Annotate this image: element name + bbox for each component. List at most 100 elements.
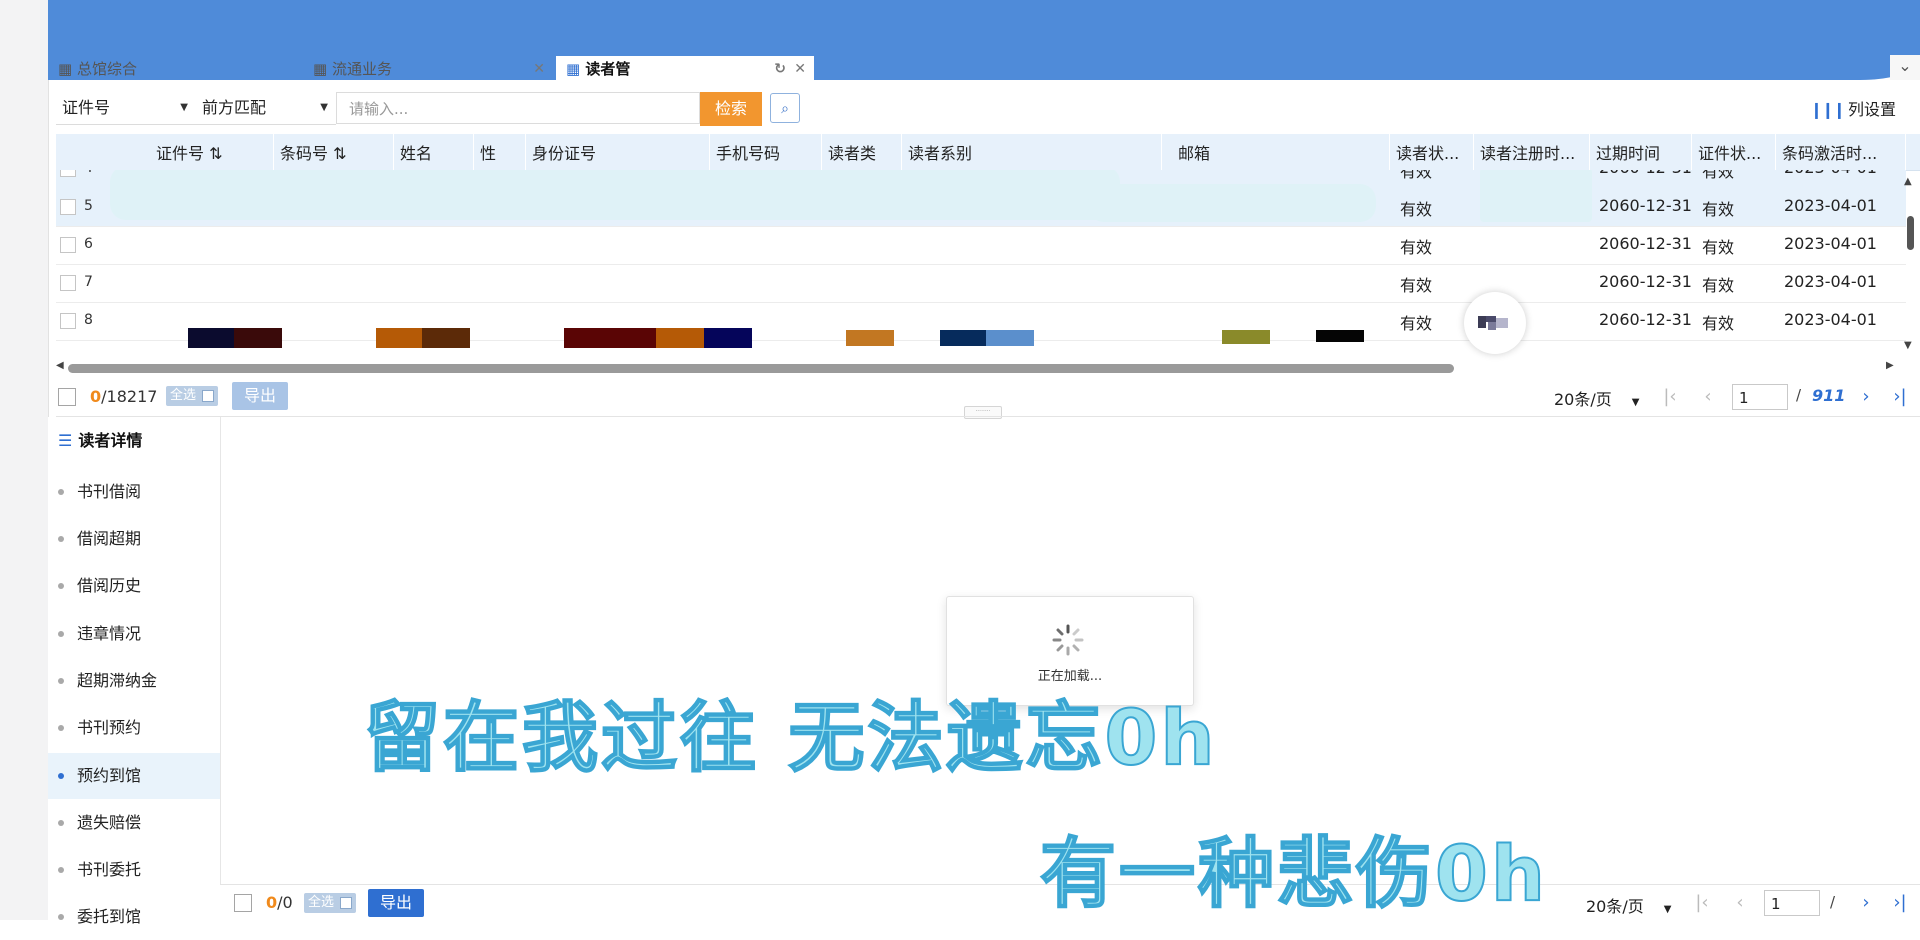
- first-page-icon[interactable]: |‹: [1688, 890, 1716, 916]
- match-select[interactable]: 前方匹配 ▼: [196, 92, 336, 125]
- table-horizontal-scrollbar[interactable]: ◀ ▶: [56, 360, 1902, 376]
- select-page-checkbox[interactable]: [234, 894, 252, 912]
- lyric-line-2: 有一种悲伤0h: [1039, 828, 1548, 919]
- menu-item-violations[interactable]: 违章情况: [48, 611, 220, 657]
- tab-reader[interactable]: ▦ 读者管 ↻ ✕: [556, 56, 814, 82]
- columns-icon: ❙❙❙: [1809, 100, 1846, 119]
- refresh-icon[interactable]: ↻: [774, 56, 786, 82]
- row-number: 6: [84, 236, 93, 252]
- page-size-select[interactable]: 20条/页 ▼: [1586, 893, 1671, 917]
- col-header-reader-type[interactable]: 读者类: [822, 134, 902, 170]
- col-header-activated-time[interactable]: 条码激活时...: [1776, 134, 1906, 170]
- list-icon: ☰: [58, 431, 73, 450]
- column-settings-label: 列设置: [1847, 100, 1896, 119]
- col-header-expire-time[interactable]: 过期时间: [1590, 134, 1692, 170]
- col-header-register-time[interactable]: 读者注册时...: [1474, 134, 1590, 170]
- redaction-band: [1088, 184, 1376, 222]
- scroll-down-icon[interactable]: ▼: [1904, 340, 1912, 351]
- next-page-icon[interactable]: ›: [1852, 384, 1880, 410]
- search-input[interactable]: 请输入...: [336, 92, 700, 124]
- col-header-card-no[interactable]: 证件号 ⇅: [150, 134, 274, 170]
- scroll-thumb[interactable]: [68, 364, 1454, 373]
- reader-status-cell: 有效: [1400, 314, 1433, 333]
- lyric-line-1: 留在我过往 无法遗忘0h: [363, 692, 1218, 783]
- search-button[interactable]: 检索: [700, 92, 762, 126]
- reader-details-menu: ☰ 读者详情 书刊借阅 借阅超期 借阅历史 违章情况 超期滞纳金 书刊预约 预约到…: [48, 417, 221, 926]
- col-header-email[interactable]: 邮箱: [1172, 134, 1390, 170]
- scroll-left-icon[interactable]: ◀: [56, 360, 64, 371]
- menu-item-overdue[interactable]: 借阅超期: [48, 516, 220, 562]
- menu-item-entrust-arrived[interactable]: 委托到馆: [48, 894, 220, 940]
- col-header-gender[interactable]: 性: [474, 134, 526, 170]
- page-number-input[interactable]: 1: [1764, 890, 1820, 916]
- page-separator: /: [1830, 893, 1836, 911]
- row-checkbox[interactable]: [60, 313, 76, 329]
- prev-page-icon[interactable]: ‹: [1694, 384, 1722, 410]
- row-number: 7: [84, 274, 93, 290]
- select-page-checkbox[interactable]: [58, 388, 76, 406]
- scroll-thumb[interactable]: [1907, 216, 1914, 250]
- field-select[interactable]: 证件号 ▼: [56, 92, 196, 125]
- menu-item-lost-compensation[interactable]: 遗失赔偿: [48, 800, 220, 846]
- table-icon: ▦: [58, 60, 73, 78]
- redaction-swatch: [1222, 330, 1270, 344]
- card-status-cell: 有效: [1702, 200, 1735, 219]
- reader-status-cell: 有效: [1400, 238, 1433, 257]
- export-button[interactable]: 导出: [368, 889, 425, 917]
- row-number: 4: [84, 170, 93, 176]
- scroll-up-icon[interactable]: ▲: [1904, 176, 1912, 187]
- col-header-department[interactable]: 读者系别: [902, 134, 1162, 170]
- last-page-icon[interactable]: ›|: [1886, 890, 1914, 916]
- left-strip: [0, 0, 49, 920]
- col-header-barcode[interactable]: 条码号 ⇅: [274, 134, 394, 170]
- table-row[interactable]: 7 有效 2060-12-31 有效 2023-04-01: [56, 264, 1906, 303]
- table-vertical-scrollbar[interactable]: ▲ ▼: [1902, 170, 1920, 356]
- last-page-icon[interactable]: ›|: [1886, 384, 1914, 410]
- menu-item-borrow[interactable]: 书刊借阅: [48, 469, 220, 515]
- col-header-card-status[interactable]: 证件状...: [1692, 134, 1776, 170]
- expire-time-cell: 2060-12-31: [1599, 234, 1692, 253]
- collapse-icon[interactable]: ⌄: [1890, 55, 1920, 80]
- menu-item-reservation-arrived[interactable]: 预约到馆: [48, 753, 220, 799]
- page-number-input[interactable]: 1: [1732, 384, 1788, 410]
- column-settings-button[interactable]: ❙❙❙ 列设置: [1810, 96, 1896, 120]
- activated-time-cell: 2023-04-01: [1784, 272, 1877, 291]
- export-button[interactable]: 导出: [232, 382, 289, 410]
- tab-label: 流通业务: [331, 60, 392, 78]
- menu-item-late-fees[interactable]: 超期滞纳金: [48, 658, 220, 704]
- row-checkbox[interactable]: [60, 275, 76, 291]
- col-header-id-number[interactable]: 身份证号: [526, 134, 710, 170]
- col-header-reader-status[interactable]: 读者状...: [1390, 134, 1474, 170]
- table-row[interactable]: 6 有效 2060-12-31 有效 2023-04-01: [56, 226, 1906, 265]
- activated-time-cell: 2023-04-01: [1784, 234, 1877, 253]
- activated-time-cell: 2023-04-01: [1784, 170, 1877, 177]
- col-header-name[interactable]: 姓名: [394, 134, 474, 170]
- page-size-select[interactable]: 20条/页 ▼: [1554, 386, 1639, 410]
- expire-time-cell: 2060-12-31: [1599, 272, 1692, 291]
- redaction-swatch: [704, 328, 752, 348]
- menu-item-reservations[interactable]: 书刊预约: [48, 705, 220, 751]
- tab-circulation[interactable]: ▦ 流通业务 ✕: [303, 56, 553, 82]
- close-icon[interactable]: ✕: [533, 56, 545, 82]
- close-icon[interactable]: ✕: [794, 56, 806, 82]
- col-header-phone[interactable]: 手机号码: [710, 134, 822, 170]
- row-checkbox[interactable]: [60, 237, 76, 253]
- tab-general[interactable]: ▦ 总馆综合: [48, 56, 303, 82]
- next-page-icon[interactable]: ›: [1852, 890, 1880, 916]
- redaction-band: [1480, 170, 1592, 222]
- redaction-swatch: [846, 330, 894, 346]
- menu-item-history[interactable]: 借阅历史: [48, 563, 220, 609]
- search-detail-icon[interactable]: ⌕: [770, 93, 800, 123]
- prev-page-icon[interactable]: ‹: [1726, 890, 1754, 916]
- expire-time-cell: 2060-12-31: [1599, 196, 1692, 215]
- scroll-right-icon[interactable]: ▶: [1886, 360, 1894, 371]
- menu-item-entrust[interactable]: 书刊委托: [48, 847, 220, 893]
- row-checkbox[interactable]: [60, 170, 76, 177]
- split-drag-handle[interactable]: ········: [964, 406, 1002, 419]
- select-all-toggle[interactable]: 全选: [166, 386, 219, 406]
- select-all-toggle[interactable]: 全选: [304, 893, 357, 913]
- first-page-icon[interactable]: |‹: [1656, 384, 1684, 410]
- tab-label: 读者管: [585, 60, 631, 78]
- row-checkbox[interactable]: [60, 199, 76, 215]
- assistant-float-button[interactable]: [1464, 292, 1526, 354]
